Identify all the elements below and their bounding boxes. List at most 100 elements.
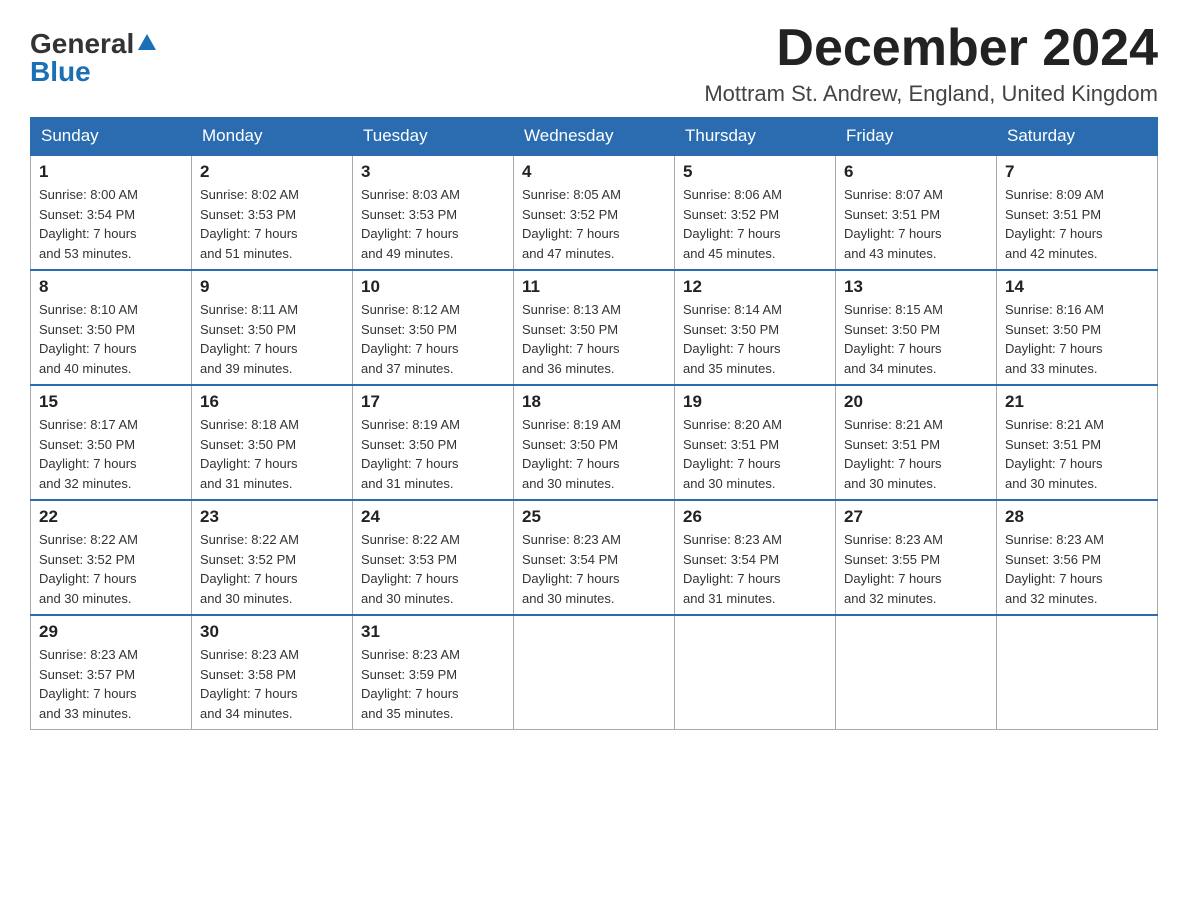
day-info: Sunrise: 8:20 AMSunset: 3:51 PMDaylight:…	[683, 415, 827, 493]
table-row: 28Sunrise: 8:23 AMSunset: 3:56 PMDayligh…	[997, 500, 1158, 615]
day-info: Sunrise: 8:19 AMSunset: 3:50 PMDaylight:…	[361, 415, 505, 493]
calendar-header-row: Sunday Monday Tuesday Wednesday Thursday…	[31, 118, 1158, 156]
day-info: Sunrise: 8:15 AMSunset: 3:50 PMDaylight:…	[844, 300, 988, 378]
day-info: Sunrise: 8:23 AMSunset: 3:59 PMDaylight:…	[361, 645, 505, 723]
day-info: Sunrise: 8:23 AMSunset: 3:54 PMDaylight:…	[683, 530, 827, 608]
day-number: 16	[200, 392, 344, 412]
day-number: 8	[39, 277, 183, 297]
table-row: 16 Sunrise: 8:18 AMSunset: 3:50 PMDayligh…	[192, 385, 353, 500]
day-info: Sunrise: 8:09 AMSunset: 3:51 PMDaylight:…	[1005, 185, 1149, 263]
day-info: Sunrise: 8:12 AMSunset: 3:50 PMDaylight:…	[361, 300, 505, 378]
table-row: 19Sunrise: 8:20 AMSunset: 3:51 PMDayligh…	[675, 385, 836, 500]
table-row: 3Sunrise: 8:03 AMSunset: 3:53 PMDaylight…	[353, 155, 514, 270]
table-row: 30 Sunrise: 8:23 AMSunset: 3:58 PMDayligh…	[192, 615, 353, 730]
day-info: Sunrise: 8:19 AMSunset: 3:50 PMDaylight:…	[522, 415, 666, 493]
day-info: Sunrise: 8:23 AMSunset: 3:57 PMDaylight:…	[39, 645, 183, 723]
day-number: 11	[522, 277, 666, 297]
day-number: 12	[683, 277, 827, 297]
day-number: 28	[1005, 507, 1149, 527]
day-info: Sunrise: 8:05 AMSunset: 3:52 PMDaylight:…	[522, 185, 666, 263]
day-number: 27	[844, 507, 988, 527]
table-row: 2 Sunrise: 8:02 AMSunset: 3:53 PMDaylight…	[192, 155, 353, 270]
col-sunday: Sunday	[31, 118, 192, 156]
table-row: 18 Sunrise: 8:19 AMSunset: 3:50 PMDayligh…	[514, 385, 675, 500]
location-title: Mottram St. Andrew, England, United King…	[704, 81, 1158, 107]
table-row: 22 Sunrise: 8:22 AMSunset: 3:52 PMDayligh…	[31, 500, 192, 615]
day-number: 29	[39, 622, 183, 642]
day-number: 7	[1005, 162, 1149, 182]
table-row: 29 Sunrise: 8:23 AMSunset: 3:57 PMDayligh…	[31, 615, 192, 730]
day-number: 10	[361, 277, 505, 297]
calendar-table: Sunday Monday Tuesday Wednesday Thursday…	[30, 117, 1158, 730]
calendar-week-row: 29 Sunrise: 8:23 AMSunset: 3:57 PMDayligh…	[31, 615, 1158, 730]
logo: General Blue	[30, 30, 158, 86]
day-number: 14	[1005, 277, 1149, 297]
day-info: Sunrise: 8:23 AMSunset: 3:58 PMDaylight:…	[200, 645, 344, 723]
day-info: Sunrise: 8:14 AMSunset: 3:50 PMDaylight:…	[683, 300, 827, 378]
title-area: December 2024 Mottram St. Andrew, Englan…	[704, 20, 1158, 107]
table-row: 21Sunrise: 8:21 AMSunset: 3:51 PMDayligh…	[997, 385, 1158, 500]
table-row: 23Sunrise: 8:22 AMSunset: 3:52 PMDayligh…	[192, 500, 353, 615]
day-info: Sunrise: 8:07 AMSunset: 3:51 PMDaylight:…	[844, 185, 988, 263]
table-row: 1 Sunrise: 8:00 AMSunset: 3:54 PMDaylight…	[31, 155, 192, 270]
day-info: Sunrise: 8:00 AMSunset: 3:54 PMDaylight:…	[39, 185, 183, 263]
table-row: 15 Sunrise: 8:17 AMSunset: 3:50 PMDayligh…	[31, 385, 192, 500]
table-row	[997, 615, 1158, 730]
col-monday: Monday	[192, 118, 353, 156]
day-number: 5	[683, 162, 827, 182]
day-number: 13	[844, 277, 988, 297]
day-number: 3	[361, 162, 505, 182]
col-wednesday: Wednesday	[514, 118, 675, 156]
table-row: 14Sunrise: 8:16 AMSunset: 3:50 PMDayligh…	[997, 270, 1158, 385]
day-number: 26	[683, 507, 827, 527]
table-row	[675, 615, 836, 730]
table-row: 27 Sunrise: 8:23 AMSunset: 3:55 PMDayligh…	[836, 500, 997, 615]
table-row: 13 Sunrise: 8:15 AMSunset: 3:50 PMDayligh…	[836, 270, 997, 385]
calendar-week-row: 15 Sunrise: 8:17 AMSunset: 3:50 PMDayligh…	[31, 385, 1158, 500]
table-row: 6 Sunrise: 8:07 AMSunset: 3:51 PMDaylight…	[836, 155, 997, 270]
col-saturday: Saturday	[997, 118, 1158, 156]
table-row: 8 Sunrise: 8:10 AMSunset: 3:50 PMDaylight…	[31, 270, 192, 385]
table-row: 17Sunrise: 8:19 AMSunset: 3:50 PMDayligh…	[353, 385, 514, 500]
table-row: 7 Sunrise: 8:09 AMSunset: 3:51 PMDaylight…	[997, 155, 1158, 270]
day-number: 9	[200, 277, 344, 297]
table-row: 5 Sunrise: 8:06 AMSunset: 3:52 PMDaylight…	[675, 155, 836, 270]
day-info: Sunrise: 8:23 AMSunset: 3:55 PMDaylight:…	[844, 530, 988, 608]
col-friday: Friday	[836, 118, 997, 156]
day-info: Sunrise: 8:23 AMSunset: 3:54 PMDaylight:…	[522, 530, 666, 608]
day-number: 31	[361, 622, 505, 642]
day-info: Sunrise: 8:10 AMSunset: 3:50 PMDaylight:…	[39, 300, 183, 378]
table-row: 11 Sunrise: 8:13 AMSunset: 3:50 PMDayligh…	[514, 270, 675, 385]
col-thursday: Thursday	[675, 118, 836, 156]
table-row: 9Sunrise: 8:11 AMSunset: 3:50 PMDaylight…	[192, 270, 353, 385]
day-number: 18	[522, 392, 666, 412]
table-row	[836, 615, 997, 730]
day-number: 6	[844, 162, 988, 182]
day-info: Sunrise: 8:22 AMSunset: 3:52 PMDaylight:…	[39, 530, 183, 608]
table-row: 31 Sunrise: 8:23 AMSunset: 3:59 PMDayligh…	[353, 615, 514, 730]
calendar-week-row: 22 Sunrise: 8:22 AMSunset: 3:52 PMDayligh…	[31, 500, 1158, 615]
day-number: 15	[39, 392, 183, 412]
day-info: Sunrise: 8:13 AMSunset: 3:50 PMDaylight:…	[522, 300, 666, 378]
day-info: Sunrise: 8:21 AMSunset: 3:51 PMDaylight:…	[1005, 415, 1149, 493]
table-row	[514, 615, 675, 730]
day-info: Sunrise: 8:17 AMSunset: 3:50 PMDaylight:…	[39, 415, 183, 493]
day-number: 20	[844, 392, 988, 412]
day-info: Sunrise: 8:06 AMSunset: 3:52 PMDaylight:…	[683, 185, 827, 263]
page-header: General Blue December 2024 Mottram St. A…	[30, 20, 1158, 107]
logo-arrow-icon	[136, 32, 158, 54]
day-info: Sunrise: 8:02 AMSunset: 3:53 PMDaylight:…	[200, 185, 344, 263]
logo-general: General	[30, 30, 134, 58]
day-number: 30	[200, 622, 344, 642]
day-number: 2	[200, 162, 344, 182]
table-row: 12 Sunrise: 8:14 AMSunset: 3:50 PMDayligh…	[675, 270, 836, 385]
day-number: 22	[39, 507, 183, 527]
day-info: Sunrise: 8:22 AMSunset: 3:52 PMDaylight:…	[200, 530, 344, 608]
day-number: 25	[522, 507, 666, 527]
day-info: Sunrise: 8:18 AMSunset: 3:50 PMDaylight:…	[200, 415, 344, 493]
day-info: Sunrise: 8:21 AMSunset: 3:51 PMDaylight:…	[844, 415, 988, 493]
col-tuesday: Tuesday	[353, 118, 514, 156]
table-row: 4Sunrise: 8:05 AMSunset: 3:52 PMDaylight…	[514, 155, 675, 270]
day-info: Sunrise: 8:22 AMSunset: 3:53 PMDaylight:…	[361, 530, 505, 608]
day-number: 1	[39, 162, 183, 182]
